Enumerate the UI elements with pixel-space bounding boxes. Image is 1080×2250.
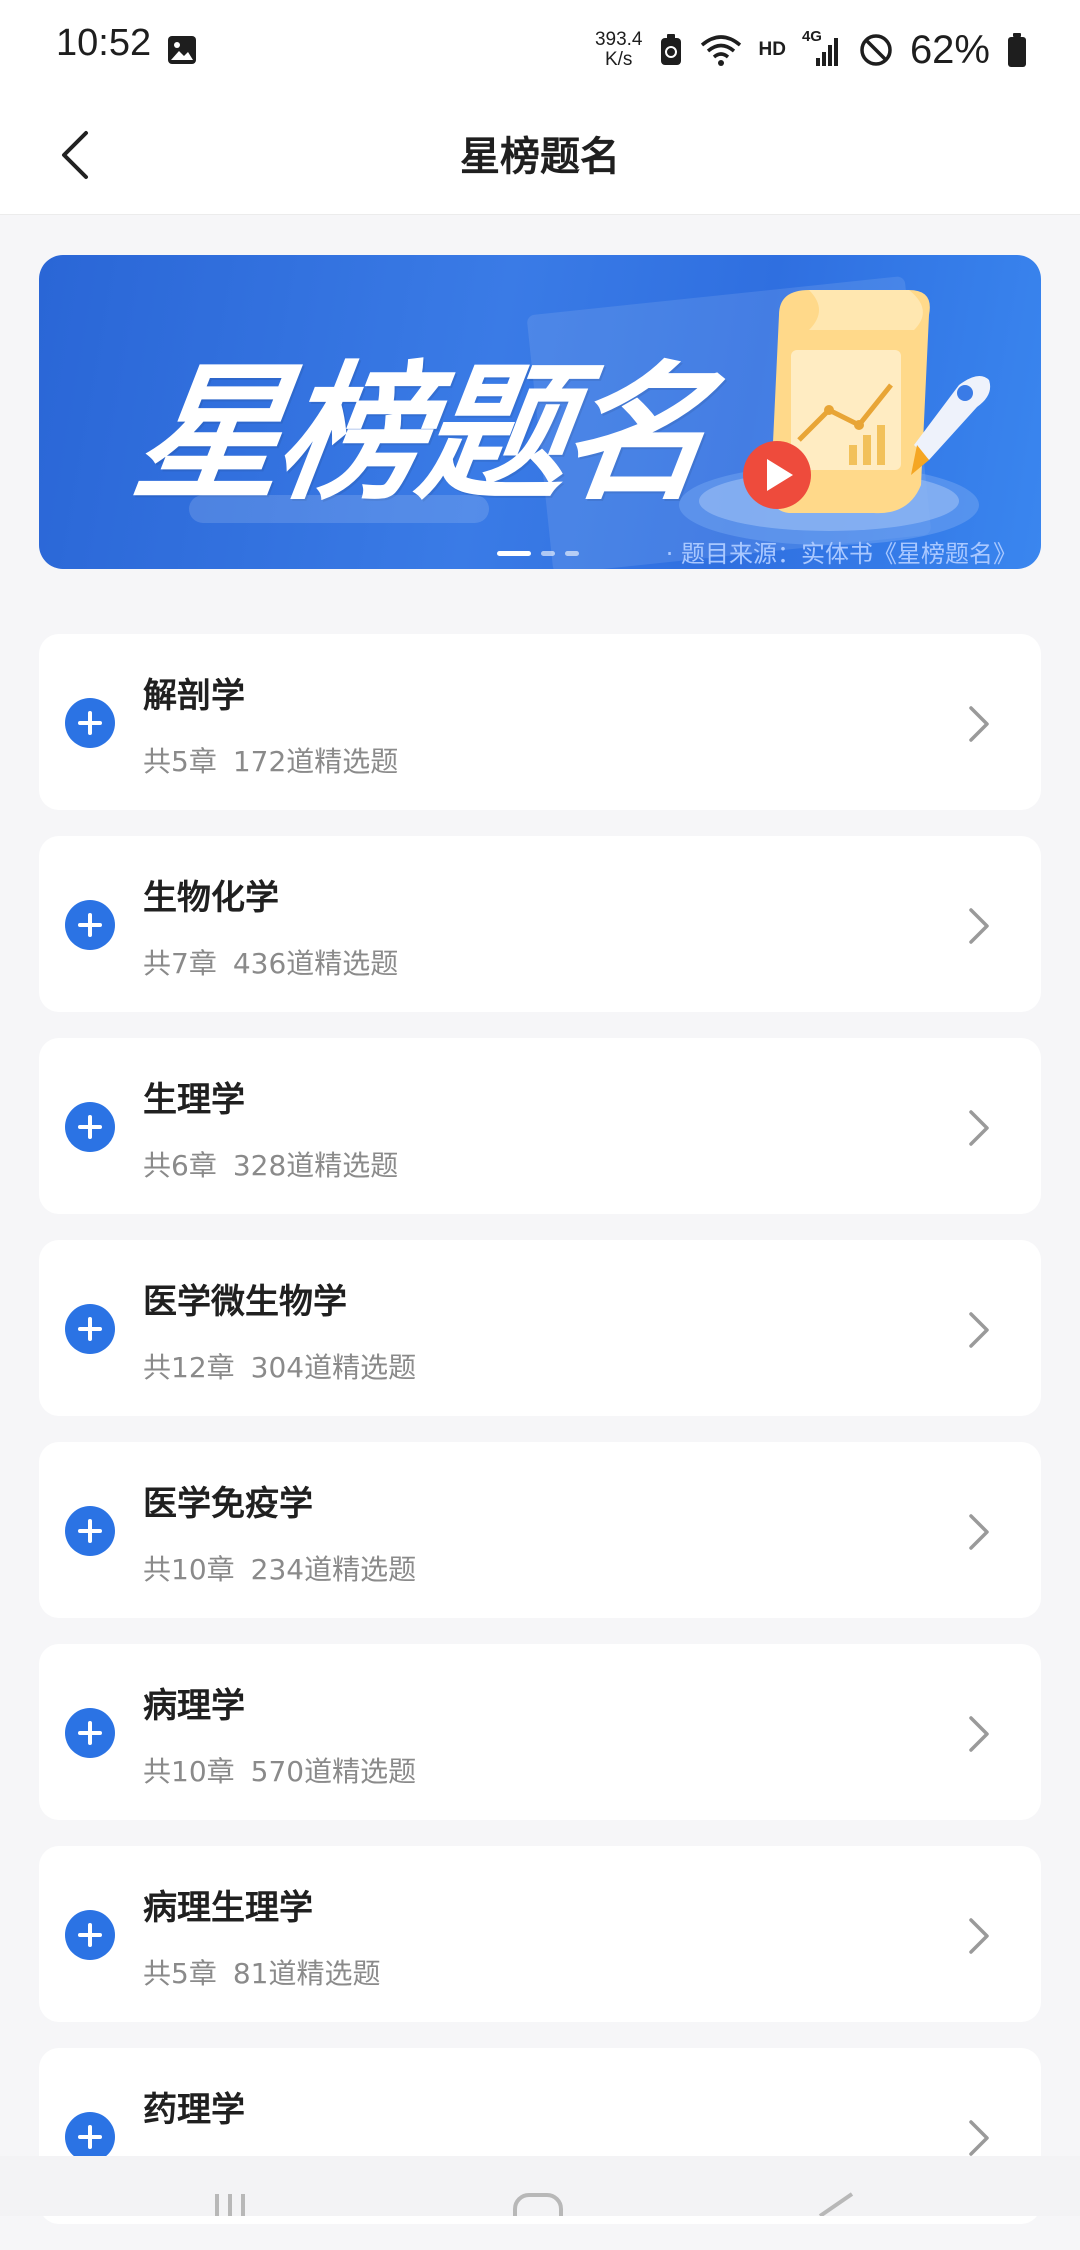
chevron-right-icon — [969, 1918, 989, 1954]
course-questions: 81道精选题 — [232, 1957, 381, 1990]
chevron-right-icon — [969, 908, 989, 944]
back-gesture-icon[interactable] — [812, 2192, 856, 2216]
chevron-right-icon — [969, 1312, 989, 1348]
status-indicators: 393.4 K/s HD 4G 62% — [595, 22, 1028, 78]
carousel-dot — [541, 551, 555, 556]
course-list: 解剖学 共5章 172道精选题 生物化学 共7章 436道精选题 生理学 共6章… — [39, 634, 1041, 2250]
network-speed-unit: K/s — [604, 49, 633, 70]
battery-percent: 62% — [909, 27, 990, 72]
course-name: 生物化学 — [143, 878, 279, 918]
course-chapters: 共10章 — [143, 1755, 235, 1788]
expand-plus-icon[interactable] — [65, 698, 115, 748]
page-title: 星榜题名 — [460, 134, 620, 180]
course-chapters: 共5章 — [143, 1957, 217, 1990]
carousel-dot — [565, 551, 579, 556]
course-name: 病理生理学 — [143, 1888, 313, 1928]
course-name: 医学免疫学 — [143, 1484, 313, 1524]
expand-plus-icon[interactable] — [65, 1304, 115, 1354]
course-chapters: 共12章 — [143, 1351, 235, 1384]
image-notification-icon — [168, 36, 196, 64]
carousel-dot-active — [497, 551, 531, 556]
signal-group: 4G — [802, 28, 842, 70]
chevron-right-icon — [969, 1716, 989, 1752]
status-bar: 10:52 393.4 K/s HD 4G 62% — [0, 0, 1080, 100]
course-name: 解剖学 — [143, 676, 245, 716]
course-questions: 436道精选题 — [232, 947, 399, 980]
scroll-rocket-illustration — [679, 290, 991, 545]
course-questions: 304道精选题 — [250, 1351, 417, 1384]
course-name: 医学微生物学 — [143, 1282, 347, 1322]
course-name: 病理学 — [143, 1686, 245, 1726]
course-meta: 共5章 81道精选题 — [143, 1952, 380, 1992]
chevron-right-icon — [969, 2120, 989, 2156]
course-item[interactable]: 病理学 共10章 570道精选题 — [39, 1644, 1041, 1820]
status-time: 10:52 — [56, 22, 152, 64]
course-item[interactable]: 解剖学 共5章 172道精选题 — [39, 634, 1041, 810]
course-chapters: 共7章 — [143, 947, 217, 980]
course-item[interactable]: 医学免疫学 共10章 234道精选题 — [39, 1442, 1041, 1618]
network-speed: 393.4 K/s — [595, 30, 643, 70]
course-meta: 共7章 436道精选题 — [143, 942, 398, 982]
signal-icon — [815, 38, 838, 66]
recent-apps-icon[interactable] — [212, 2192, 260, 2216]
course-item[interactable]: 医学微生物学 共12章 304道精选题 — [39, 1240, 1041, 1416]
course-questions: 328道精选题 — [232, 1149, 399, 1182]
expand-plus-icon[interactable] — [65, 1506, 115, 1556]
banner-subtitle-blur — [189, 495, 489, 523]
hd-label: HD — [758, 39, 786, 60]
battery-icon — [1008, 33, 1026, 67]
course-name: 生理学 — [143, 1080, 245, 1120]
course-meta: 共5章 172道精选题 — [143, 740, 398, 780]
course-item[interactable]: 生物化学 共7章 436道精选题 — [39, 836, 1041, 1012]
expand-plus-icon[interactable] — [65, 1708, 115, 1758]
system-navigation-bar — [0, 2156, 1080, 2216]
course-chapters: 共10章 — [143, 1553, 235, 1586]
expand-plus-icon[interactable] — [65, 1910, 115, 1960]
expand-plus-icon[interactable] — [65, 1102, 115, 1152]
course-name: 药理学 — [143, 2090, 245, 2130]
chevron-right-icon — [969, 1514, 989, 1550]
home-icon[interactable] — [512, 2192, 564, 2216]
course-questions: 234道精选题 — [250, 1553, 417, 1586]
do-not-disturb-icon — [860, 34, 892, 66]
expand-plus-icon[interactable] — [65, 900, 115, 950]
network-speed-value: 393.4 — [594, 29, 643, 50]
carousel-indicator — [497, 551, 579, 556]
course-item[interactable]: 生理学 共6章 328道精选题 — [39, 1038, 1041, 1214]
course-item[interactable]: 病理生理学 共5章 81道精选题 — [39, 1846, 1041, 2022]
battery-saver-icon — [661, 34, 682, 65]
course-meta: 共6章 328道精选题 — [143, 1144, 398, 1184]
course-meta: 共10章 570道精选题 — [143, 1750, 416, 1790]
course-chapters: 共5章 — [143, 745, 217, 778]
nav-bar: 星榜题名 — [0, 100, 1080, 215]
banner-source-text: · 题目来源：实体书《星榜题名》 — [665, 540, 1017, 568]
chevron-right-icon — [969, 1110, 989, 1146]
course-meta: 共10章 234道精选题 — [143, 1548, 416, 1588]
chevron-right-icon — [969, 706, 989, 742]
wifi-icon — [701, 35, 742, 66]
course-questions: 570道精选题 — [250, 1755, 417, 1788]
banner-carousel[interactable]: 星榜题名 · 题目来源：实体书《星榜题名》 — [39, 255, 1041, 569]
expand-plus-icon[interactable] — [65, 2112, 115, 2162]
course-meta: 共12章 304道精选题 — [143, 1346, 416, 1386]
course-chapters: 共6章 — [143, 1149, 217, 1182]
course-questions: 172道精选题 — [232, 745, 399, 778]
